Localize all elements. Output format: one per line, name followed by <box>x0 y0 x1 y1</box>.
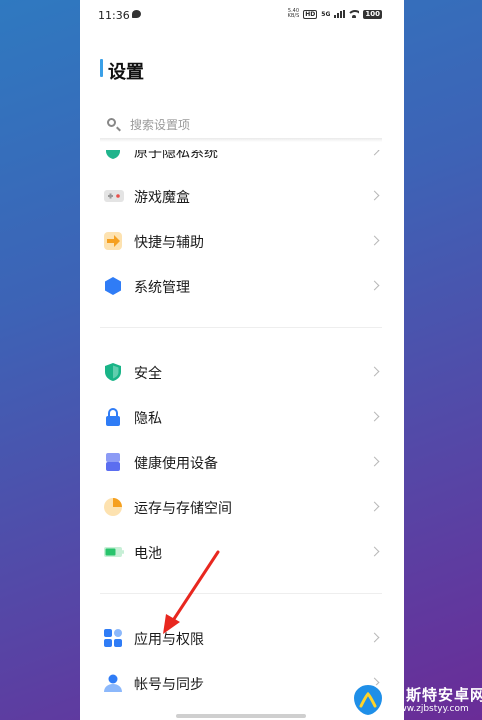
watermark-url: www.zjbstyy.com <box>392 704 469 714</box>
site-watermark: 贝斯特安卓网 www.zjbstyy.com <box>350 680 482 720</box>
red-arrow-annotation <box>163 550 220 634</box>
watermark-logo <box>351 682 385 718</box>
watermark-title: 贝斯特安卓网 <box>390 686 482 704</box>
